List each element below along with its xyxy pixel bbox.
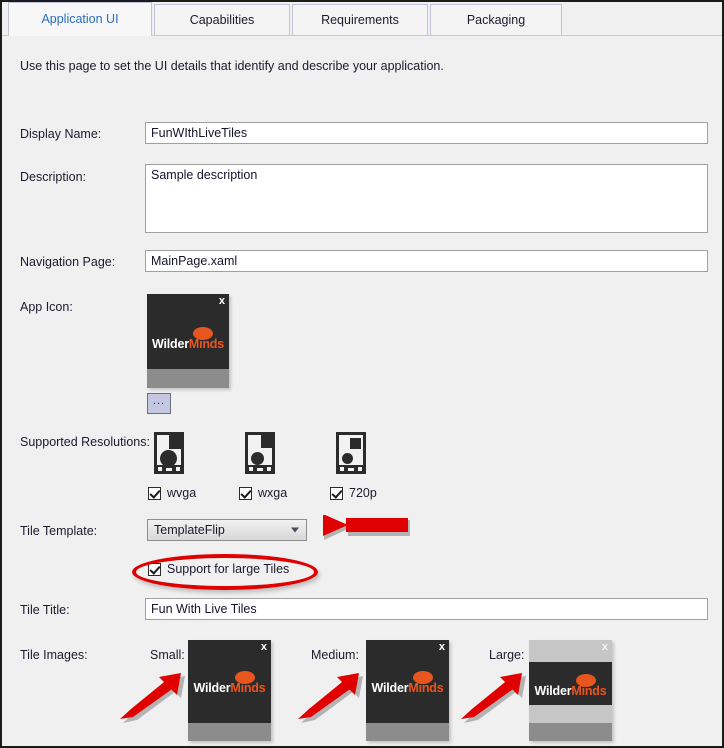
- logo-text-first: Wilder: [371, 681, 409, 695]
- display-name-label: Display Name:: [20, 127, 102, 141]
- navigation-page-label: Navigation Page:: [20, 255, 116, 269]
- navigation-page-input[interactable]: MainPage.xaml: [145, 250, 708, 272]
- tile-bottom-band: [188, 723, 271, 741]
- application-ui-pane: Use this page to set the UI details that…: [2, 36, 722, 746]
- wxga-label: wxga: [258, 486, 288, 500]
- medium-tile-image[interactable]: x WilderMinds: [366, 640, 449, 741]
- logo-text-first: Wilder: [193, 681, 231, 695]
- logo-text-second: Minds: [408, 681, 444, 695]
- support-large-tiles-checkbox[interactable]: [148, 562, 161, 576]
- wxga-checkbox[interactable]: [239, 486, 252, 500]
- wvga-label: wvga: [167, 486, 197, 500]
- logo-text-second: Minds: [188, 337, 224, 351]
- close-icon[interactable]: x: [219, 295, 225, 307]
- small-tile-logo: WilderMinds: [188, 681, 271, 695]
- close-icon[interactable]: x: [602, 641, 608, 653]
- display-name-input[interactable]: FunWIthLiveTiles: [145, 122, 708, 144]
- tile-template-label: Tile Template:: [20, 524, 98, 538]
- app-icon-label: App Icon:: [20, 300, 73, 314]
- app-icon-logo: WilderMinds: [147, 337, 229, 351]
- tile-bottom-band: [147, 369, 229, 388]
- medium-tile-label: Medium:: [311, 648, 359, 662]
- support-large-tiles-row[interactable]: Support for large Tiles: [148, 562, 289, 576]
- large-tile-mid-band: [529, 705, 612, 723]
- tab-label: Requirements: [321, 13, 399, 27]
- large-tile-top-band: [529, 640, 612, 662]
- 720p-checkbox[interactable]: [330, 486, 343, 500]
- tile-images-label: Tile Images:: [20, 648, 88, 662]
- tab-capabilities[interactable]: Capabilities: [154, 4, 290, 35]
- wxga-phone-icon: [245, 432, 275, 474]
- intro-text: Use this page to set the UI details that…: [20, 59, 444, 73]
- wvga-checkbox[interactable]: [148, 486, 161, 500]
- close-icon[interactable]: x: [439, 641, 445, 653]
- arrow-to-tile-template-icon: [323, 515, 410, 540]
- small-tile-image[interactable]: x WilderMinds: [188, 640, 271, 741]
- logo-text-second: Minds: [571, 684, 607, 698]
- tab-packaging[interactable]: Packaging: [430, 4, 562, 35]
- description-label: Description:: [20, 170, 86, 184]
- arrow-to-large-tile-icon: [461, 673, 526, 723]
- large-tile-image[interactable]: x WilderMinds: [529, 640, 612, 741]
- tab-requirements[interactable]: Requirements: [292, 4, 428, 35]
- support-large-tiles-label: Support for large Tiles: [167, 562, 290, 576]
- logo-text-first: Wilder: [152, 337, 189, 351]
- 720p-checkbox-row[interactable]: 720p: [330, 486, 377, 500]
- tile-bottom-band: [366, 723, 449, 741]
- wvga-checkbox-row[interactable]: wvga: [148, 486, 196, 500]
- application-ui-window: Application UI Capabilities Requirements…: [0, 0, 724, 748]
- medium-tile-logo: WilderMinds: [366, 681, 449, 695]
- 720p-label: 720p: [349, 486, 377, 500]
- tile-title-input[interactable]: Fun With Live Tiles: [145, 598, 708, 620]
- tab-application-ui[interactable]: Application UI: [8, 2, 152, 36]
- tab-label: Application UI: [41, 12, 119, 26]
- app-icon-tile[interactable]: x WilderMinds: [147, 294, 229, 388]
- small-tile-label: Small:: [150, 648, 185, 662]
- tab-label: Packaging: [466, 13, 526, 27]
- close-icon[interactable]: x: [261, 641, 267, 653]
- large-tile-label: Large:: [489, 648, 525, 662]
- tab-strip: Application UI Capabilities Requirements…: [2, 2, 722, 36]
- tab-label: Capabilities: [189, 13, 255, 27]
- tile-bottom-band: [529, 723, 612, 741]
- logo-text-second: Minds: [230, 681, 266, 695]
- arrow-to-small-tile-icon: [120, 673, 185, 723]
- app-icon-browse-button[interactable]: ...: [147, 393, 171, 414]
- logo-text-first: Wilder: [534, 684, 572, 698]
- chevron-down-icon[interactable]: [291, 527, 299, 533]
- tile-template-selected-value: TemplateFlip: [154, 523, 225, 537]
- tile-title-label: Tile Title:: [20, 603, 70, 617]
- large-tile-logo: WilderMinds: [529, 684, 612, 698]
- description-input[interactable]: Sample description: [145, 164, 708, 233]
- supported-resolutions-label: Supported Resolutions:: [20, 435, 150, 449]
- tile-template-select[interactable]: TemplateFlip: [147, 519, 307, 541]
- arrow-to-medium-tile-icon: [298, 673, 363, 723]
- 720p-phone-icon: [336, 432, 366, 474]
- wxga-checkbox-row[interactable]: wxga: [239, 486, 287, 500]
- wvga-phone-icon: [154, 432, 184, 474]
